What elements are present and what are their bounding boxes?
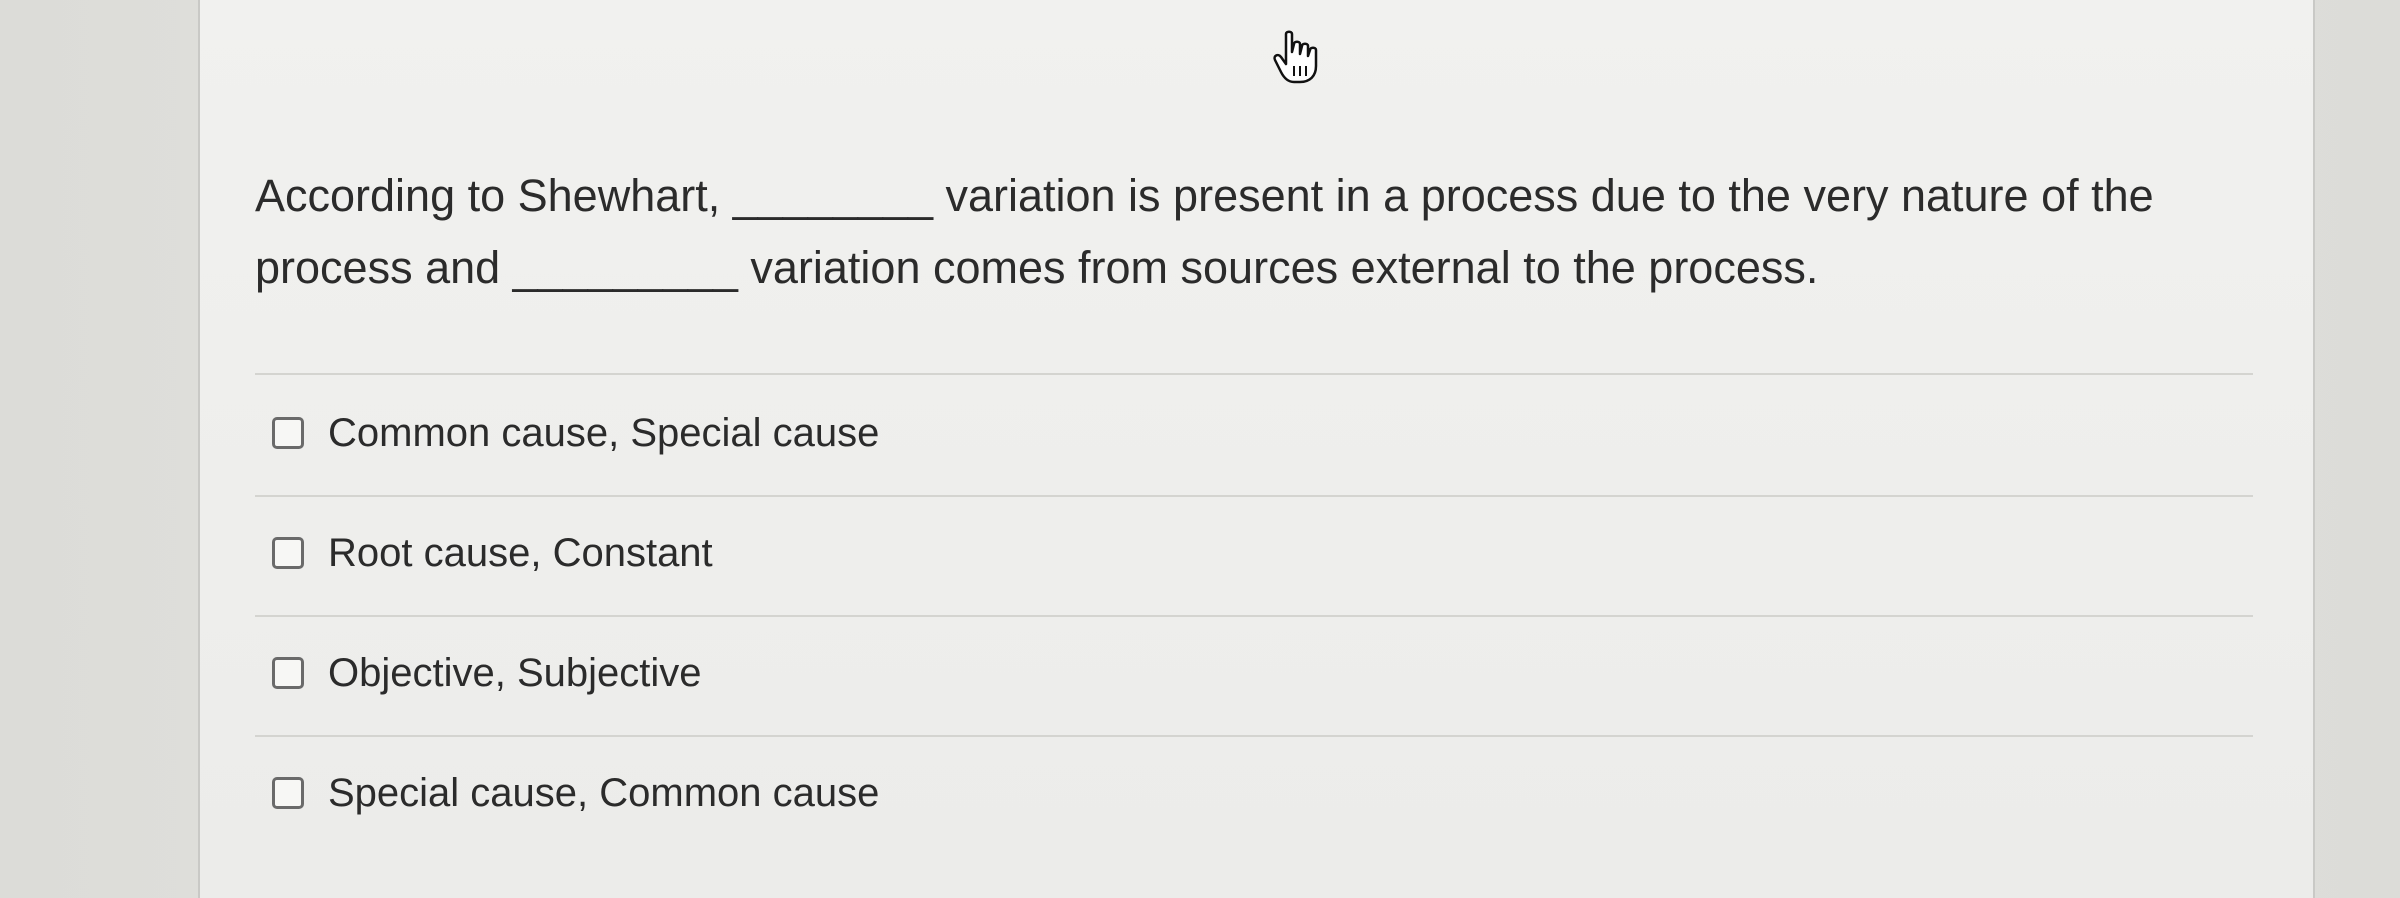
hand-pointer-icon [1273, 30, 1318, 84]
answer-option-label: Common cause, Special cause [328, 410, 880, 455]
checkbox[interactable] [272, 657, 304, 689]
question-prompt: According to Shewhart, ________ variatio… [255, 170, 2154, 293]
checkbox[interactable] [272, 417, 304, 449]
checkbox[interactable] [272, 777, 304, 809]
divider [255, 615, 2253, 617]
answer-option-2[interactable]: Root cause, Constant [272, 523, 713, 583]
answer-option-label: Objective, Subjective [328, 650, 702, 695]
divider [255, 735, 2253, 737]
answer-option-1[interactable]: Common cause, Special cause [272, 403, 879, 463]
checkbox[interactable] [272, 537, 304, 569]
answer-option-3[interactable]: Objective, Subjective [272, 643, 702, 703]
answer-option-label: Special cause, Common cause [328, 770, 880, 815]
divider [255, 373, 2253, 375]
answer-option-label: Root cause, Constant [328, 530, 713, 575]
answer-option-4[interactable]: Special cause, Common cause [272, 763, 879, 823]
divider [255, 495, 2253, 497]
